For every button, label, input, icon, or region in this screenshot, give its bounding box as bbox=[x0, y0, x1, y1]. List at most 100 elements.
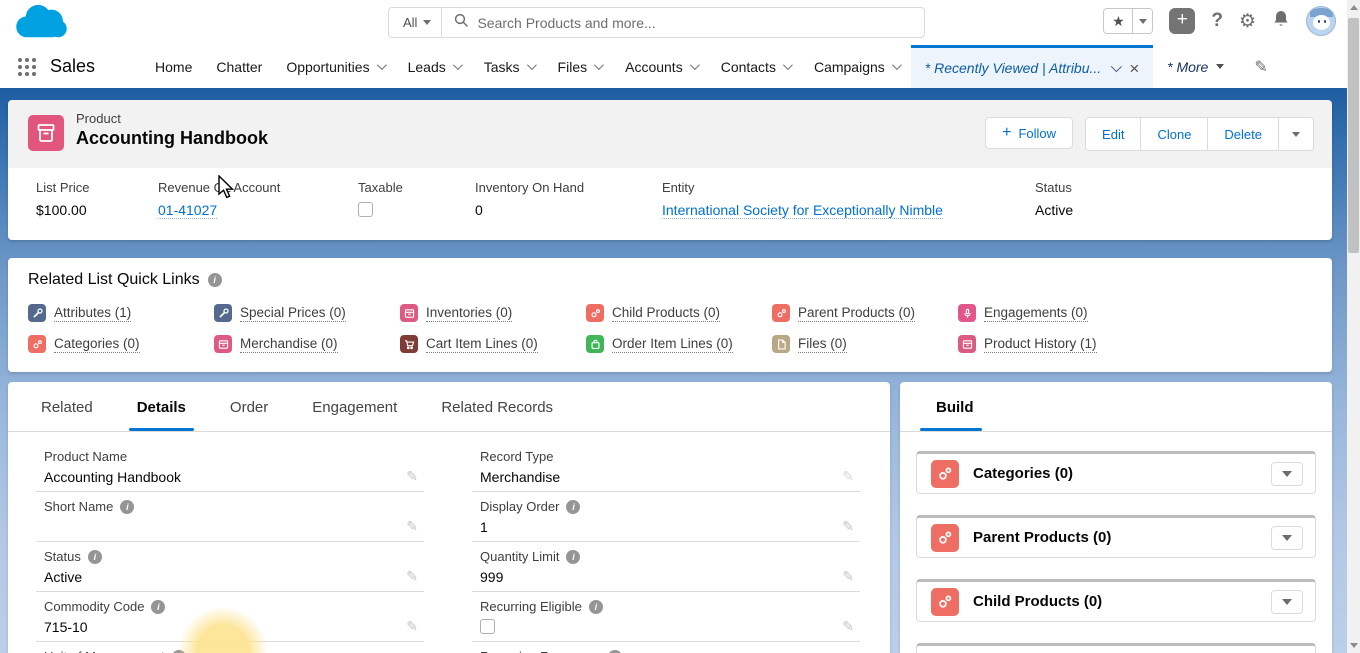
salesforce-app: All ★ + ? ⚙ bbox=[0, 0, 1360, 653]
more-actions-dropdown-button[interactable] bbox=[1279, 118, 1313, 150]
tab-engagement[interactable]: Engagement bbox=[312, 399, 397, 431]
build-section-child-products[interactable]: Child Products (0) bbox=[916, 579, 1316, 622]
delete-button[interactable]: Delete bbox=[1208, 118, 1279, 150]
favorite-star-button[interactable]: ★ bbox=[1104, 9, 1132, 33]
gears-icon bbox=[28, 335, 46, 353]
app-name[interactable]: Sales bbox=[50, 56, 95, 77]
app-launcher-icon[interactable] bbox=[18, 58, 36, 76]
help-icon[interactable]: ? bbox=[1211, 10, 1223, 32]
nav-item-opportunities[interactable]: Opportunities bbox=[274, 45, 395, 88]
close-icon[interactable]: × bbox=[1129, 60, 1139, 77]
tab-order[interactable]: Order bbox=[230, 399, 268, 431]
nav-item-campaigns[interactable]: Campaigns bbox=[802, 45, 911, 88]
clone-button[interactable]: Clone bbox=[1141, 118, 1208, 150]
edit-pencil-icon[interactable]: ✎ bbox=[406, 518, 418, 535]
field-label: Revenue GL Account bbox=[158, 180, 344, 195]
gears-icon bbox=[931, 460, 959, 488]
field-commodity-code: Commodity Codei 715-10 ✎ bbox=[36, 592, 424, 642]
edit-pencil-icon[interactable]: ✎ bbox=[842, 618, 854, 635]
chevron-down-icon bbox=[423, 20, 431, 25]
field-display-order: Display Orderi 1 ✎ bbox=[472, 492, 860, 542]
tab-related[interactable]: Related bbox=[41, 399, 93, 431]
quick-link-merchandise[interactable]: Merchandise (0) bbox=[240, 336, 338, 353]
build-section-partial[interactable] bbox=[916, 643, 1316, 653]
nav-item-files[interactable]: Files bbox=[546, 45, 614, 88]
nav-item-chatter[interactable]: Chatter bbox=[204, 45, 274, 88]
section-dropdown-button[interactable] bbox=[1271, 462, 1303, 486]
scroll-down-arrow-icon[interactable] bbox=[1350, 643, 1358, 648]
quick-link-cart-item-lines[interactable]: Cart Item Lines (0) bbox=[426, 336, 538, 353]
scroll-up-arrow-icon[interactable] bbox=[1350, 5, 1358, 10]
follow-button[interactable]: + Follow bbox=[985, 117, 1073, 149]
entity-link[interactable]: International Society for Exceptionally … bbox=[662, 202, 943, 219]
edit-pencil-icon[interactable]: ✎ bbox=[842, 518, 854, 535]
edit-pencil-icon[interactable]: ✎ bbox=[406, 468, 418, 485]
nav-more-tab[interactable]: * More bbox=[1153, 59, 1238, 75]
record-detail-card: Related Details Order Engagement Related… bbox=[8, 382, 890, 653]
nav-item-leads[interactable]: Leads bbox=[396, 45, 472, 88]
info-icon[interactable]: i bbox=[151, 600, 165, 614]
revenue-gl-account-link[interactable]: 01-41027 bbox=[158, 202, 217, 219]
microphone-icon bbox=[958, 304, 976, 322]
chevron-down-icon[interactable] bbox=[1111, 61, 1122, 72]
chevron-down-icon bbox=[453, 60, 463, 70]
tab-related-records[interactable]: Related Records bbox=[441, 399, 553, 431]
record-object-label: Product bbox=[76, 111, 268, 126]
quick-link-child-products[interactable]: Child Products (0) bbox=[612, 305, 720, 322]
edit-navigation-pencil-icon[interactable]: ✎ bbox=[1254, 57, 1267, 77]
search-scope-dropdown[interactable]: All bbox=[389, 8, 442, 37]
setup-gear-icon[interactable]: ⚙ bbox=[1239, 10, 1256, 33]
edit-pencil-icon[interactable]: ✎ bbox=[406, 568, 418, 585]
quick-link-inventories[interactable]: Inventories (0) bbox=[426, 305, 512, 322]
product-name-value: Accounting Handbook bbox=[44, 469, 424, 486]
vertical-scrollbar[interactable] bbox=[1347, 0, 1360, 653]
favorites-dropdown-button[interactable] bbox=[1132, 9, 1152, 33]
scrollbar-thumb[interactable] bbox=[1348, 18, 1359, 253]
tab-details[interactable]: Details bbox=[137, 399, 186, 431]
nav-item-home[interactable]: Home bbox=[143, 45, 204, 88]
nav-tab-recently-viewed-active[interactable]: * Recently Viewed | Attribu... × bbox=[911, 45, 1153, 88]
quick-links-grid: Attributes (1) Special Prices (0) Invent… bbox=[28, 304, 1312, 353]
quick-link-files[interactable]: Files (0) bbox=[798, 336, 847, 353]
nav-item-tasks[interactable]: Tasks bbox=[472, 45, 546, 88]
info-icon[interactable]: i bbox=[608, 650, 622, 653]
field-label: Entity bbox=[662, 180, 1021, 195]
edit-pencil-icon[interactable]: ✎ bbox=[406, 618, 418, 635]
gears-icon bbox=[772, 304, 790, 322]
quick-link-categories[interactable]: Categories (0) bbox=[54, 336, 140, 353]
quick-link-parent-products[interactable]: Parent Products (0) bbox=[798, 305, 915, 322]
info-icon[interactable]: i bbox=[172, 650, 186, 653]
tab-build[interactable]: Build bbox=[936, 399, 974, 431]
edit-pencil-icon[interactable]: ✎ bbox=[842, 568, 854, 585]
edit-pencil-icon[interactable]: ✎ bbox=[842, 468, 854, 485]
build-section-categories[interactable]: Categories (0) bbox=[916, 451, 1316, 494]
info-icon[interactable]: i bbox=[208, 273, 222, 287]
global-actions-button[interactable]: + bbox=[1169, 8, 1195, 34]
info-icon[interactable]: i bbox=[566, 500, 580, 514]
quick-link-special-prices[interactable]: Special Prices (0) bbox=[240, 305, 346, 322]
info-icon[interactable]: i bbox=[566, 550, 580, 564]
user-avatar[interactable] bbox=[1306, 6, 1336, 36]
field-record-type: Record Type Merchandise ✎ bbox=[472, 442, 860, 492]
field-label: List Price bbox=[36, 180, 144, 195]
status-detail-value: Active bbox=[44, 569, 424, 586]
info-icon[interactable]: i bbox=[88, 550, 102, 564]
quick-link-product-history[interactable]: Product History (1) bbox=[984, 336, 1097, 353]
search-input[interactable] bbox=[477, 15, 924, 31]
info-icon[interactable]: i bbox=[589, 600, 603, 614]
caret-down-icon bbox=[1216, 64, 1224, 69]
nav-item-contacts[interactable]: Contacts bbox=[709, 45, 802, 88]
notifications-bell-icon[interactable] bbox=[1272, 9, 1290, 34]
info-icon[interactable]: i bbox=[120, 500, 134, 514]
field-quantity-limit: Quantity Limiti 999 ✎ bbox=[472, 542, 860, 592]
quick-link-attributes[interactable]: Attributes (1) bbox=[54, 305, 131, 322]
nav-item-accounts[interactable]: Accounts bbox=[613, 45, 709, 88]
section-dropdown-button[interactable] bbox=[1271, 526, 1303, 550]
quick-link-engagements[interactable]: Engagements (0) bbox=[984, 305, 1088, 322]
edit-button[interactable]: Edit bbox=[1086, 118, 1141, 150]
build-section-parent-products[interactable]: Parent Products (0) bbox=[916, 515, 1316, 558]
box-icon bbox=[214, 335, 232, 353]
quick-link-order-item-lines[interactable]: Order Item Lines (0) bbox=[612, 336, 733, 353]
wrench-icon bbox=[28, 304, 46, 322]
section-dropdown-button[interactable] bbox=[1271, 590, 1303, 614]
